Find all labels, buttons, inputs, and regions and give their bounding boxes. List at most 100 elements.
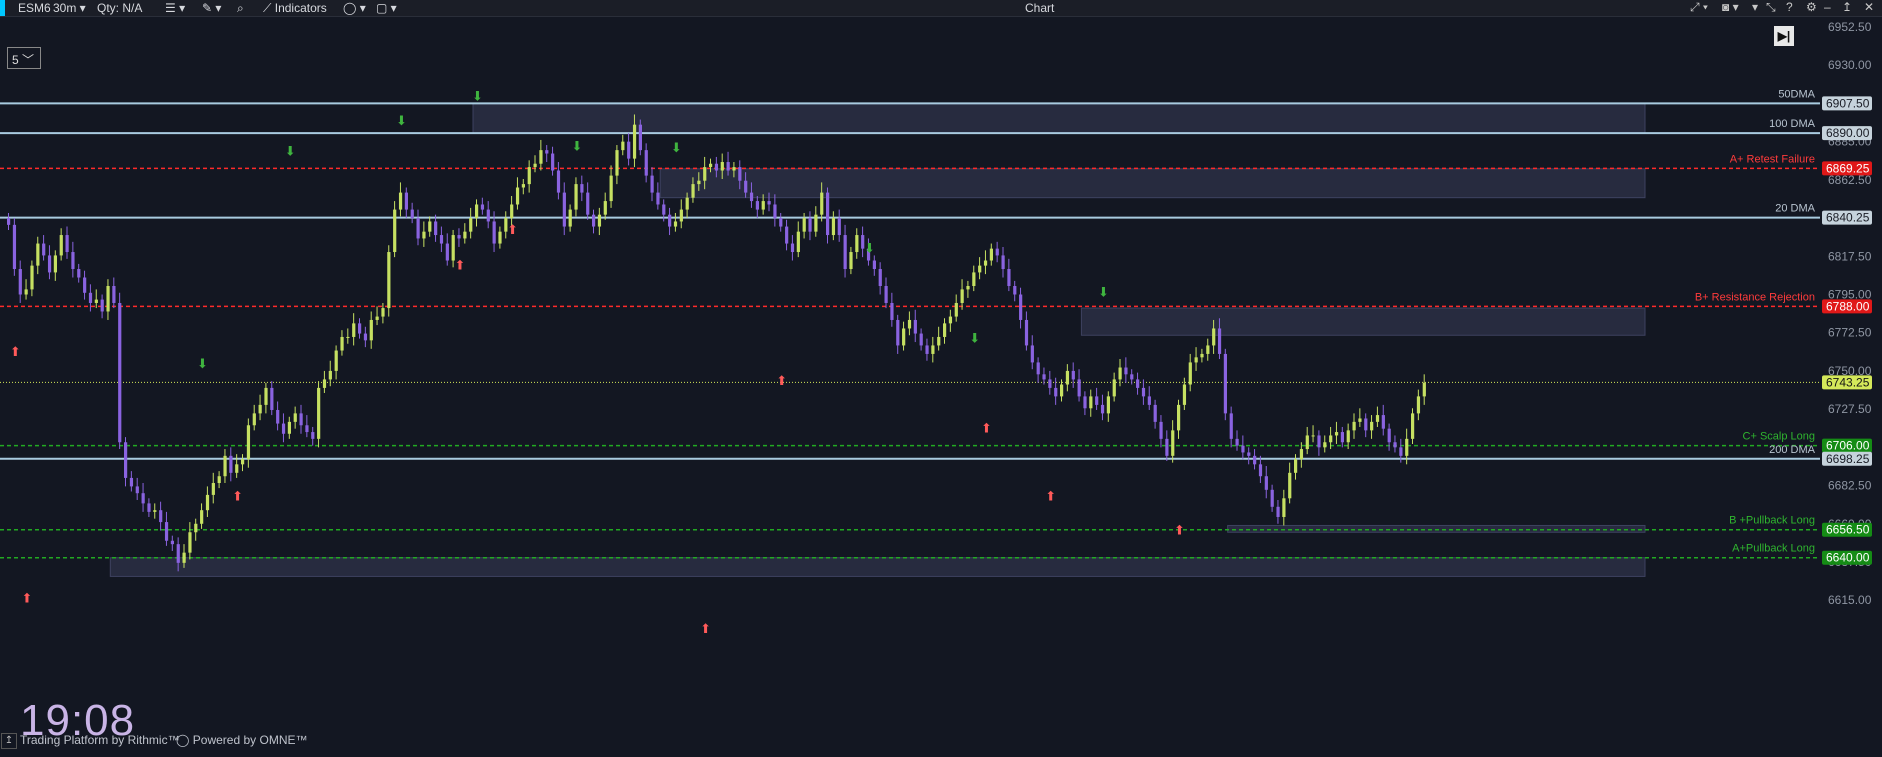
qty-label[interactable]: Qty: N/A — [97, 1, 142, 15]
fullscreen-icon[interactable]: ⤡ — [1766, 0, 1776, 15]
candle-body — [744, 180, 748, 193]
sell-signal-arrow-icon: ⬇ — [197, 357, 208, 372]
level-label: 200 DMA — [1769, 444, 1816, 456]
candle-body — [1165, 438, 1169, 456]
current-price-label: 6743.25 — [1826, 375, 1870, 389]
price-badge-label: 6788.00 — [1826, 299, 1870, 313]
candle-body — [539, 150, 543, 164]
price-axis-tick: 6930.00 — [1828, 58, 1872, 72]
candle-body — [311, 432, 315, 439]
price-badge-label: 6706.00 — [1826, 439, 1870, 453]
candle-body — [428, 221, 432, 232]
candle-body — [264, 387, 268, 405]
clock-icon[interactable]: ◯ ▾ — [343, 1, 366, 15]
candle-body — [527, 167, 531, 185]
candle-body — [1147, 396, 1151, 405]
candle-body — [785, 226, 789, 244]
candle-body — [118, 302, 122, 443]
candle-body — [978, 265, 982, 273]
price-axis-tick: 6817.50 — [1828, 249, 1872, 263]
expand-icon[interactable]: ⤢ ▾ — [1690, 0, 1708, 15]
window-icon[interactable]: ▢ ▾ — [376, 1, 397, 15]
candle-body — [217, 476, 221, 484]
candle-body — [1329, 435, 1333, 443]
level-label: 20 DMA — [1775, 203, 1815, 215]
zoom-icon[interactable]: ⌕ — [237, 1, 244, 16]
candle-body — [246, 425, 251, 460]
candle-body — [966, 286, 970, 290]
draw-icon[interactable]: ✎ ▾ — [202, 1, 221, 15]
help-icon[interactable]: ? — [1786, 0, 1793, 14]
candle-body — [1130, 374, 1134, 380]
candle-body — [896, 319, 900, 346]
candle-body — [1077, 379, 1081, 397]
interval-select[interactable]: 5 ﹀ — [7, 47, 41, 69]
candle-body — [24, 289, 28, 295]
level-label: 100 DMA — [1769, 118, 1816, 130]
price-badge-label: 6640.00 — [1826, 551, 1870, 565]
candle-body — [1007, 269, 1011, 287]
candle-body — [328, 370, 332, 380]
price-chart[interactable]: 50DMA 100 DMA A+ Retest Failure 20 DMA B+ Re… — [0, 17, 1882, 757]
buy-signal-arrow-icon: ⬆ — [507, 223, 518, 238]
price-badge-label: 6840.25 — [1826, 211, 1870, 225]
gear-icon[interactable]: ⚙ — [1806, 0, 1817, 14]
candle-body — [767, 201, 771, 205]
candle-body — [1036, 362, 1040, 375]
symbol-label[interactable]: ESM6 — [18, 1, 51, 15]
price-axis-tick: 6952.50 — [1828, 20, 1872, 34]
price-badge-label: 6698.25 — [1826, 452, 1870, 466]
candle-body — [451, 235, 455, 261]
candle-body — [837, 218, 841, 236]
list-icon[interactable]: ☰ ▾ — [165, 1, 185, 15]
candle-body — [322, 379, 327, 388]
indicators-button[interactable]: ⟋ Indicators — [263, 1, 327, 16]
candle-body — [1299, 449, 1304, 460]
candle-body — [890, 302, 894, 320]
candle-body — [422, 231, 426, 239]
price-zone — [472, 102, 1646, 134]
close-icon[interactable]: ✕ — [1864, 0, 1874, 14]
price-axis-tick: 6682.50 — [1828, 479, 1872, 493]
candle-body — [609, 175, 613, 202]
minimize-icon[interactable]: – — [1824, 0, 1831, 14]
candle-body — [352, 323, 356, 337]
link-icon[interactable]: ▾ — [1752, 0, 1758, 14]
candle-body — [112, 286, 116, 303]
candle-body — [194, 523, 198, 533]
scroll-to-end-button[interactable]: ▶| — [1774, 26, 1794, 46]
title-bar: ESM6 30m ▾ Qty: N/A ☰ ▾ ✎ ▾ ⌕ ⟋ Indicato… — [0, 0, 1882, 17]
candle-body — [445, 243, 449, 261]
candle-body — [1411, 413, 1415, 439]
candle-body — [1282, 498, 1286, 517]
candle-body — [1060, 384, 1064, 397]
price-badge-label: 6656.50 — [1826, 523, 1870, 537]
indicators-label: Indicators — [274, 1, 327, 15]
candle-body — [94, 299, 98, 303]
omne-logo-icon: ◯ — [176, 733, 190, 747]
candle-body — [1217, 328, 1222, 354]
indicator-chart-icon: ⟋ — [263, 1, 272, 15]
candle-body — [369, 319, 373, 341]
pin-icon[interactable]: ↥ — [1842, 0, 1852, 14]
candle-body — [182, 552, 186, 563]
candle-body — [691, 184, 695, 198]
sell-signal-arrow-icon: ⬇ — [671, 141, 682, 156]
candle-body — [1159, 421, 1163, 439]
candle-body — [1030, 345, 1034, 363]
candle-body — [749, 192, 754, 202]
candle-body — [802, 218, 806, 232]
candle-body — [200, 510, 204, 524]
powered-by-text: Powered by OMNE™ — [192, 733, 308, 747]
candle-body — [164, 522, 169, 541]
buy-signal-arrow-icon: ⬆ — [700, 622, 711, 637]
candle-body — [88, 292, 93, 303]
candle-body — [469, 218, 473, 232]
price-badge-label: 6907.50 — [1826, 96, 1870, 110]
candle-body — [1048, 379, 1052, 388]
candle-body — [1387, 428, 1391, 443]
camera-icon[interactable]: ◙ ▾ — [1722, 0, 1739, 14]
candle-body — [726, 162, 730, 171]
candle-body — [375, 316, 379, 320]
timeframe-select[interactable]: 30m ▾ — [53, 1, 86, 15]
